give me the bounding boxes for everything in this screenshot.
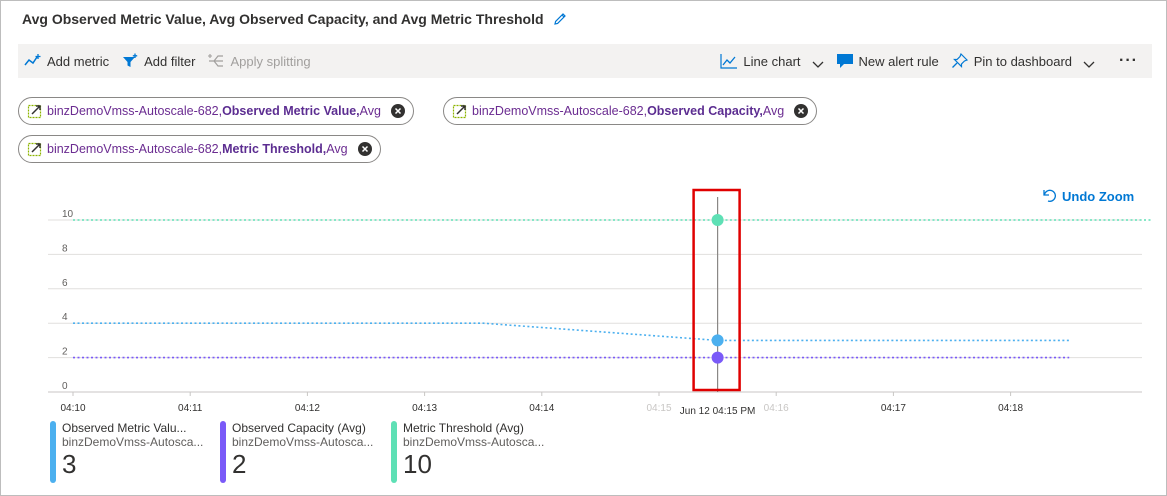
x-tick-label: 04:17 [881, 403, 906, 414]
y-tick-label: 8 [62, 243, 68, 254]
x-tick-label: 04:15 [646, 403, 671, 414]
series-marker [711, 334, 724, 347]
series-line [73, 322, 1070, 342]
legend-resource-name: binzDemoVmss-Autosca... [403, 435, 545, 449]
x-tick-label: 04:13 [412, 403, 437, 414]
legend-series-name: Observed Metric Valu... [62, 421, 187, 435]
series-marker [711, 214, 724, 226]
series-marker [711, 351, 724, 364]
legend-resource-name: binzDemoVmss-Autosca... [232, 435, 374, 449]
legend-color-bar [391, 421, 397, 483]
y-tick-label: 2 [62, 347, 68, 358]
hover-time-label: Jun 12 04:15 PM [680, 406, 756, 417]
y-tick-label: 4 [62, 312, 68, 323]
x-tick-label: 04:12 [295, 403, 320, 414]
x-tick-label: 04:11 [178, 403, 203, 414]
legend-item-capacity[interactable]: Observed Capacity (Avg) binzDemoVmss-Aut… [220, 421, 382, 483]
legend-series-name: Observed Capacity (Avg) [232, 421, 366, 435]
y-tick-label: 6 [62, 278, 68, 289]
legend-color-bar [220, 421, 226, 483]
legend-resource-name: binzDemoVmss-Autosca... [62, 435, 204, 449]
x-tick-label: 04:14 [529, 403, 554, 414]
y-tick-label: 0 [62, 381, 68, 392]
x-tick-label: 04:16 [764, 403, 789, 414]
x-tick-label: 04:10 [60, 403, 85, 414]
legend-item-threshold[interactable]: Metric Threshold (Avg) binzDemoVmss-Auto… [391, 421, 553, 483]
legend-item-metric-value[interactable]: Observed Metric Valu... binzDemoVmss-Aut… [50, 421, 212, 483]
legend-value: 10 [403, 449, 432, 479]
legend-value: 3 [62, 449, 77, 479]
legend-series-name: Metric Threshold (Avg) [403, 421, 524, 435]
x-tick-label: 04:18 [998, 403, 1023, 414]
legend-value: 2 [232, 449, 247, 479]
y-tick-label: 10 [62, 209, 74, 220]
legend-color-bar [50, 421, 56, 483]
